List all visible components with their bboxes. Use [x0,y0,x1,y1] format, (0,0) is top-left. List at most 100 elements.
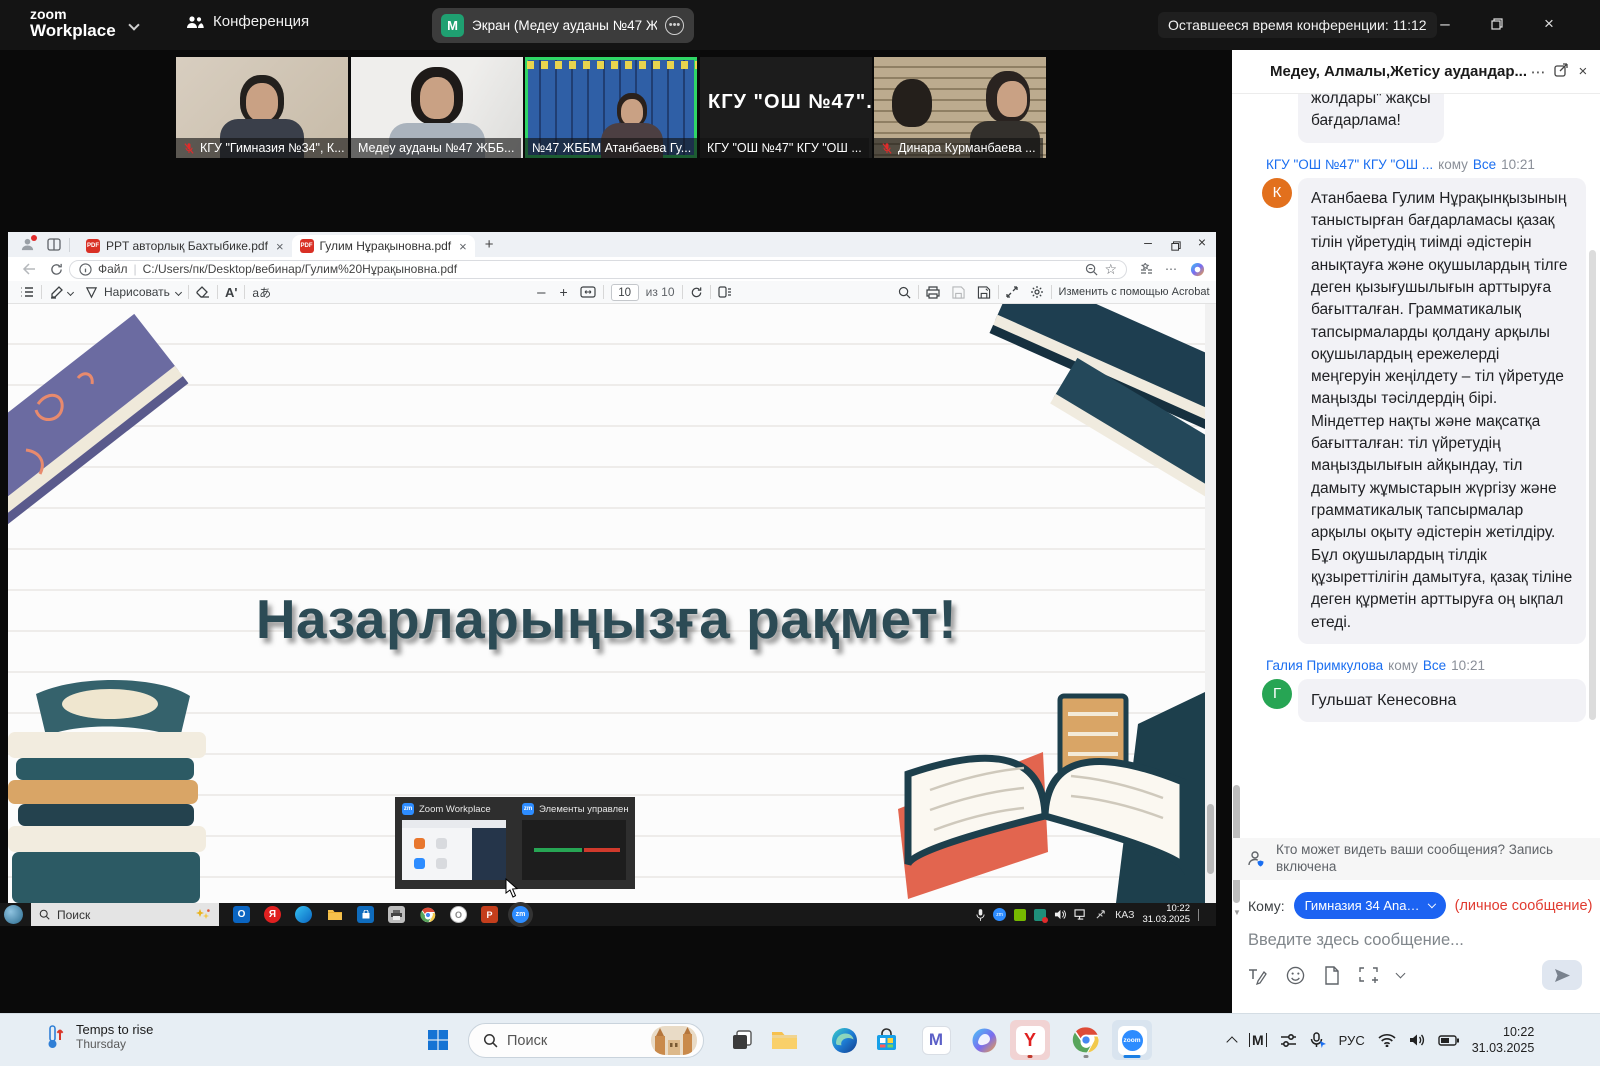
participant-video-2[interactable]: Медеу ауданы №47 ЖББ... [351,57,523,158]
pdf-scrollbar[interactable] [1205,304,1216,903]
notification-icon[interactable] [1198,909,1208,921]
preview-window-2[interactable]: zm Элементы управления демон... [515,797,635,889]
close-tab-icon[interactable]: × [276,239,284,254]
taskbar-clock[interactable]: 10:22 31.03.2025 [1472,1024,1535,1057]
new-tab-button[interactable]: + [485,236,494,253]
store-button[interactable] [866,1020,906,1060]
browser-tab-2-active[interactable]: PDF Гулим Нұрақыновна.pdf × [292,235,475,257]
toc-icon[interactable] [20,286,34,298]
task-view-button[interactable] [722,1020,762,1060]
usb-icon[interactable] [1095,909,1107,920]
microphone-pointer-icon[interactable] [1310,1032,1326,1049]
explorer-icon[interactable] [326,906,343,923]
zoom-out-icon[interactable]: – [537,284,545,301]
shared-clock[interactable]: 10:22 31.03.2025 [1142,904,1190,926]
preview-window-1[interactable]: zm Zoom Workplace [395,797,515,889]
weather-widget[interactable]: Temps to rise Thursday [46,1022,153,1051]
minimize-button[interactable]: – [1432,12,1458,36]
chat-message-input[interactable] [1248,931,1578,950]
page-view-icon[interactable] [718,286,732,298]
to-target[interactable]: Все [1423,658,1446,673]
search-icon[interactable] [898,286,911,299]
zoom-taskbar-icon[interactable]: zm [512,906,529,923]
start-button[interactable] [418,1020,458,1060]
attach-file-icon[interactable] [1324,966,1340,985]
draw-icon[interactable] [85,286,98,299]
zoom-page-icon[interactable] [1085,263,1098,276]
edge-button[interactable] [824,1020,864,1060]
speaker-icon[interactable] [1409,1033,1425,1047]
app-badge-tray-icon[interactable] [1034,909,1046,921]
print-icon[interactable] [926,286,940,299]
shared-language-indicator[interactable]: КАЗ [1115,909,1134,921]
chat-messages[interactable]: жолдары" жақсы бағдарлама! КГУ "ОШ №47" … [1232,94,1600,838]
participant-video-1[interactable]: КГУ "Гимназия №34", К... [176,57,348,158]
edit-with-acrobat-button[interactable]: Изменить с помощью Acrobat [1059,286,1210,298]
favorite-star-icon[interactable]: ☆ [1104,261,1117,278]
emoji-icon[interactable] [1286,966,1305,985]
chat-more-icon[interactable]: ⋯ [1527,63,1549,81]
microphone-icon[interactable] [976,909,985,921]
copilot-button[interactable] [964,1020,1004,1060]
save-icon[interactable] [952,286,965,299]
close-button[interactable]: × [1536,12,1562,36]
participant-video-4[interactable]: КГУ "ОШ №47"... КГУ "ОШ №47" КГУ "ОШ ... [700,57,872,158]
participant-video-5[interactable]: Динара Курманбаева ... [874,57,1046,158]
browser-tab-1[interactable]: PDF PPT авторлық Бахтыбике.pdf × [78,235,292,257]
battery-icon[interactable] [1438,1035,1459,1046]
draw-label[interactable]: Нарисовать [104,285,170,299]
profile-icon[interactable] [20,237,35,252]
network-icon[interactable] [1074,909,1087,920]
mail-m-app-button[interactable]: M [916,1020,956,1060]
opera-icon[interactable]: O [450,906,467,923]
tab-meeting[interactable]: Конференция [186,13,309,30]
zoom-in-icon[interactable]: + [559,284,567,300]
gear-icon[interactable] [1030,285,1044,299]
fit-width-icon[interactable] [580,286,596,298]
browser-close-button[interactable]: × [1190,234,1214,250]
outlook-icon[interactable]: O [233,906,250,923]
chat-close-icon[interactable]: × [1572,63,1594,80]
zoom-tray-icon[interactable]: zm [993,908,1006,921]
to-target[interactable]: Все [1473,157,1496,172]
settings-sliders-icon[interactable] [1280,1033,1297,1048]
send-button[interactable] [1542,960,1582,990]
yandex-browser-button[interactable]: Y [1010,1020,1050,1060]
copilot-icon[interactable] [1190,262,1205,277]
text-tool-icon[interactable]: A' [225,285,237,300]
file-explorer-button[interactable] [764,1020,804,1060]
browser-minimize-button[interactable]: – [1136,234,1160,250]
tray-expand-icon[interactable] [1226,1036,1237,1047]
pop-out-icon[interactable] [1549,63,1571,81]
screen-share-indicator[interactable]: M Экран (Медеу ауданы №47 ЖБ ••• [432,8,694,43]
chat-scrollbar[interactable] [1589,250,1596,720]
info-icon[interactable] [79,263,92,276]
refresh-icon[interactable] [50,263,63,276]
page-number-input[interactable]: 10 [611,284,639,301]
start-orb-icon[interactable] [4,905,23,924]
speaker-icon[interactable] [1054,909,1066,920]
preview-thumbnail[interactable] [402,820,506,880]
expand-icon[interactable] [1006,286,1018,298]
more-compose-chevron-icon[interactable] [1396,969,1406,979]
printer-icon[interactable] [388,906,405,923]
m-tray-icon[interactable]: M [1249,1033,1267,1047]
format-text-icon[interactable] [1248,967,1267,985]
pdf-scrollbar-thumb[interactable] [1207,804,1214,874]
message-sender[interactable]: Галия Примкулова [1266,658,1383,673]
chevron-down-icon[interactable] [175,288,182,295]
wifi-icon[interactable] [1378,1033,1396,1047]
participant-video-3-active-speaker[interactable]: №47 ЖББМ Атанбаева Гу... [525,57,697,158]
chrome-button[interactable] [1066,1020,1106,1060]
browser-menu-icon[interactable]: ⋯ [1165,262,1178,276]
powerpoint-icon[interactable]: P [481,906,498,923]
language-indicator[interactable]: РУС [1339,1033,1365,1048]
highlighter-icon[interactable] [49,286,63,299]
edge-icon[interactable] [295,906,312,923]
yandex-icon[interactable]: Я [264,906,281,923]
chrome-icon[interactable] [419,906,436,923]
read-aloud-icon[interactable]: аあ [252,284,271,301]
eraser-icon[interactable] [196,286,210,298]
address-field[interactable]: Файл | C:/Users/пк/Desktop/вебинар/Гулим… [69,260,1127,279]
browser-restore-button[interactable] [1164,238,1188,254]
